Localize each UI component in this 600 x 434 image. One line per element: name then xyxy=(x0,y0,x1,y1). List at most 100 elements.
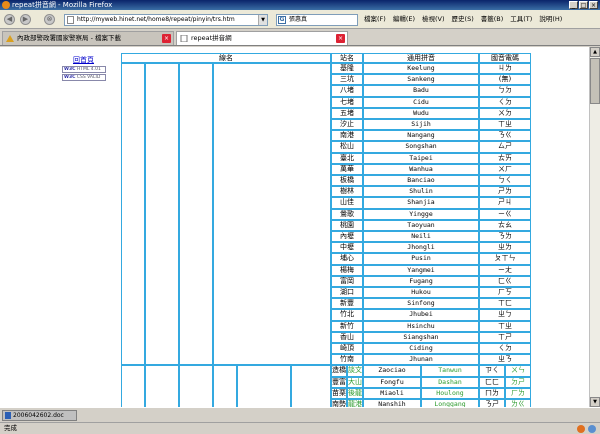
branch-alt-zhuyin: ㄌㄍ xyxy=(511,400,525,407)
branch-station-name: 豐富 xyxy=(332,377,346,386)
station-zhuyin: ㄓㄌ xyxy=(498,243,512,252)
branch-alt-pinyin: Longgang xyxy=(434,400,466,407)
station-pinyin: Jhunan xyxy=(409,355,433,364)
menu-help[interactable]: 說明(H) xyxy=(539,14,562,25)
broken-page-icon xyxy=(6,35,14,42)
url-text: http://myweb.hinet.net/home8/repeat/piny… xyxy=(77,16,235,23)
branch-alt-station-name: 後龍 xyxy=(348,388,362,397)
branch-pinyin: Miaoli xyxy=(380,388,404,397)
station-zhuyin: ㄕㄐ xyxy=(498,198,512,207)
station-pinyin: Siangshan xyxy=(403,332,439,341)
scroll-up-icon[interactable]: ▲ xyxy=(590,47,600,57)
branch-alt-station-name: 龍港 xyxy=(348,400,362,407)
station-name: 南港 xyxy=(340,131,354,140)
header-zhuyin: 國音電碼 xyxy=(491,54,519,62)
branch-alt-zhuyin: ㄨㄣ xyxy=(511,366,525,375)
station-name: 桃園 xyxy=(340,220,354,229)
branch-pinyin: Fongfu xyxy=(380,377,404,386)
station-zhuyin: ㄨㄉ xyxy=(498,108,512,117)
menu-view[interactable]: 檢視(V) xyxy=(422,14,445,25)
line-column-0 xyxy=(121,63,145,366)
vertical-scrollbar[interactable]: ▲ ▼ xyxy=(589,47,600,407)
forward-button[interactable]: ▶ xyxy=(20,14,31,25)
branch-pinyin: Nanshih xyxy=(378,400,406,407)
station-zhuyin: ㄑㄉ xyxy=(498,97,512,106)
station-name: 中壢 xyxy=(340,243,354,252)
station-pinyin: Nangang xyxy=(407,131,435,140)
branch-zhuyin: ㄈㄈ xyxy=(485,377,499,386)
back-button[interactable]: ◀ xyxy=(4,14,15,25)
tab-repeat-pinyin[interactable]: repeat拼音網 × xyxy=(176,31,348,45)
branch-zhuyin: ㄇㄌ xyxy=(485,388,499,397)
home-link[interactable]: 回首頁 xyxy=(73,55,94,65)
station-name: 五堵 xyxy=(340,108,354,117)
security-icon[interactable] xyxy=(588,425,596,433)
station-pinyin: Taoyuan xyxy=(407,220,435,229)
close-tab-icon[interactable]: × xyxy=(336,34,345,43)
station-pinyin: Songshan xyxy=(405,142,437,151)
download-item[interactable]: 2006042602.doc xyxy=(2,410,77,421)
stop-button[interactable]: ⊗ xyxy=(44,14,55,25)
menu-bookmarks[interactable]: 書籤(B) xyxy=(481,14,504,25)
search-value: 張惠真 xyxy=(289,16,308,23)
w3c-html-badge[interactable]: W3C HTML 4.01 xyxy=(62,66,106,73)
maximize-button[interactable]: □ xyxy=(579,1,588,9)
scroll-thumb[interactable] xyxy=(590,58,600,104)
menu-edit[interactable]: 編輯(E) xyxy=(393,14,415,25)
window-title: repeat拼音網 - Mozilla Firefox xyxy=(12,1,113,9)
station-zhuyin: ㄧㄍ xyxy=(498,209,512,218)
station-name: 臺北 xyxy=(340,153,354,162)
station-pinyin: Pusin xyxy=(411,254,431,263)
scroll-down-icon[interactable]: ▼ xyxy=(590,397,600,407)
addon-icon[interactable] xyxy=(577,425,585,433)
window-controls: _ □ × xyxy=(569,1,598,9)
station-name: 竹南 xyxy=(340,355,354,364)
station-pinyin: Sijih xyxy=(411,120,431,128)
station-zhuyin: ㄐㄌ xyxy=(498,64,512,72)
station-zhuyin: ㄏㄎ xyxy=(498,288,512,296)
station-zhuyin: ㄊㄠ xyxy=(498,220,512,229)
station-name: 新豐 xyxy=(340,299,354,308)
branch-station-name: 南勢 xyxy=(332,400,346,407)
menu-file[interactable]: 檔案(F) xyxy=(364,14,386,25)
branch-zhuyin: ㄋㄕ xyxy=(485,400,499,407)
station-pinyin: Shulin xyxy=(409,187,433,196)
station-name: 樹林 xyxy=(340,187,354,196)
close-window-button[interactable]: × xyxy=(589,1,598,9)
close-tab-icon[interactable]: × xyxy=(162,34,171,43)
station-pinyin: Yangmei xyxy=(407,265,435,274)
menu-tools[interactable]: 工具(T) xyxy=(510,14,532,25)
navigation-toolbar: ◀ ▶ ⊗ http://myweb.hinet.net/home8/repea… xyxy=(0,10,600,29)
line-column-1 xyxy=(145,63,179,366)
station-pinyin: Wanhua xyxy=(409,164,433,173)
station-name: 板橋 xyxy=(340,176,354,184)
google-search-icon[interactable]: G xyxy=(278,16,286,24)
menu-bar: 檔案(F) 編輯(E) 檢視(V) 歷史(S) 書籤(B) 工具(T) 說明(H… xyxy=(364,14,569,25)
url-bar[interactable]: http://myweb.hinet.net/home8/repeat/piny… xyxy=(64,14,268,26)
minimize-button[interactable]: _ xyxy=(569,1,578,9)
w3c-logo: W3C xyxy=(64,67,76,72)
station-pinyin: Fugang xyxy=(409,276,433,285)
station-zhuyin: ㄙㄕ xyxy=(498,142,512,151)
station-name: 湖口 xyxy=(340,288,354,296)
menu-history[interactable]: 歷史(S) xyxy=(452,14,474,25)
tab-label: repeat拼音網 xyxy=(191,34,232,42)
branch-alt-pinyin: Dashan xyxy=(438,377,462,386)
search-input[interactable]: G 張惠真 xyxy=(276,14,358,26)
tab-police-downloads[interactable]: 內政部警政署國家警察局 - 檔案下載 × xyxy=(2,31,174,45)
branch-zhuyin: ㄗㄑ xyxy=(485,366,499,375)
station-name: 三坑 xyxy=(340,75,354,84)
tab-bar: 內政部警政署國家警察局 - 檔案下載 × repeat拼音網 × xyxy=(0,29,600,46)
header-line: 線名 xyxy=(219,54,233,62)
station-name: 八堵 xyxy=(340,86,354,95)
station-zhuyin: ㄓㄋ xyxy=(498,355,512,364)
w3c-css-badge[interactable]: W3C CSS VALID xyxy=(62,74,106,81)
branch-station-name: 苗栗 xyxy=(332,388,346,397)
station-pinyin: Badu xyxy=(413,86,429,95)
station-zhuyin: ㄆㄒㄣ xyxy=(494,254,516,263)
header-pinyin: 通用拼音 xyxy=(407,54,435,62)
station-zhuyin: ㄋㄌ xyxy=(498,232,512,240)
url-dropdown-icon[interactable]: ▼ xyxy=(258,15,267,25)
station-zhuyin: ㄈㄍ xyxy=(498,276,512,285)
station-name: 內壢 xyxy=(340,232,354,240)
